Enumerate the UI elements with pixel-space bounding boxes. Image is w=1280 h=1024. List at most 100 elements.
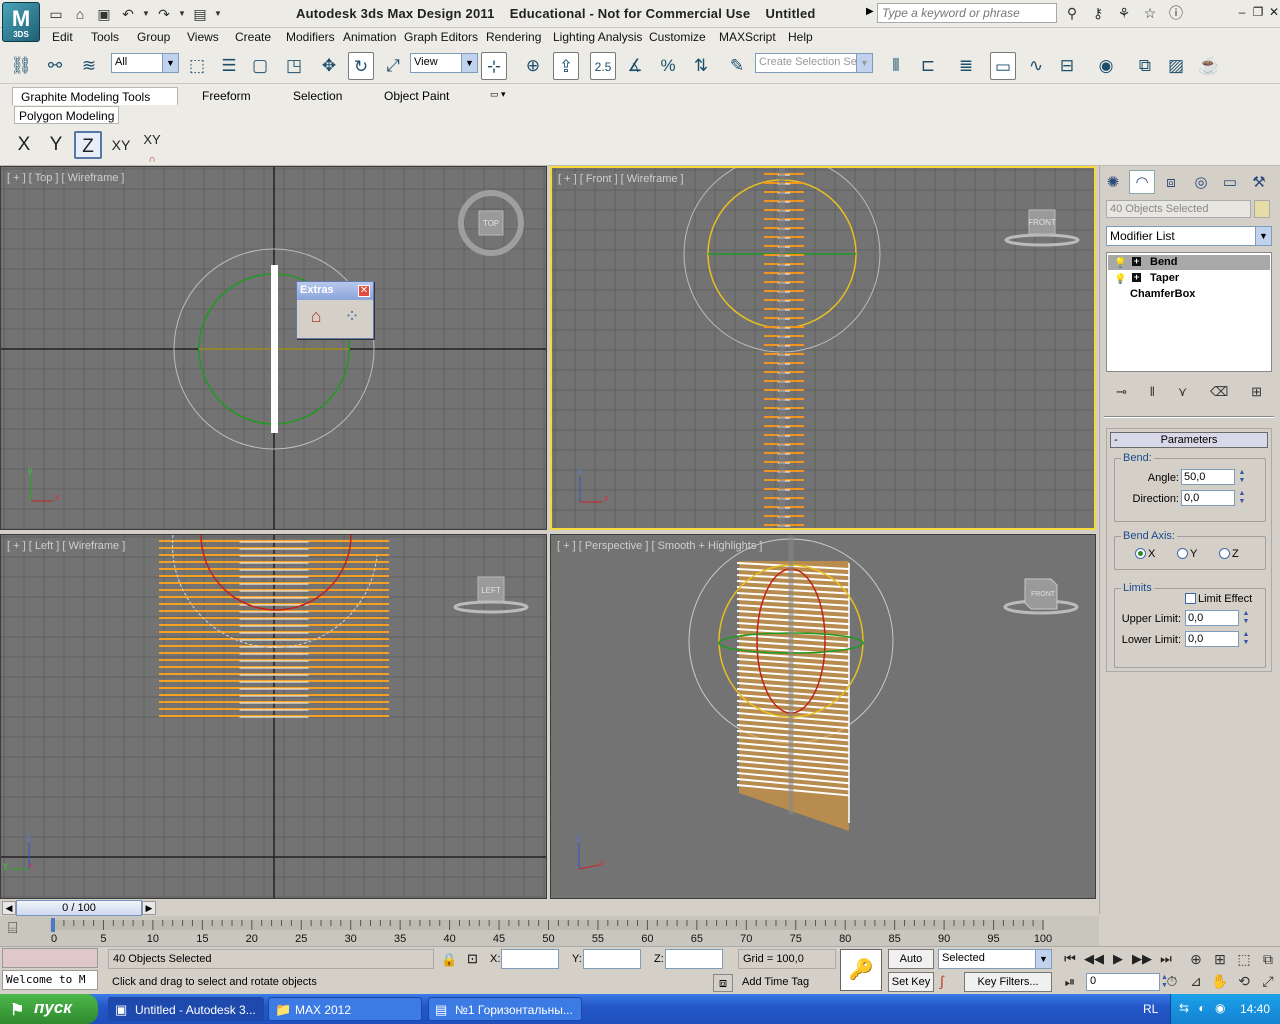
absolute-transform-icon[interactable]: ⊡ bbox=[467, 951, 478, 967]
select-object-icon[interactable]: ⬚ bbox=[184, 52, 210, 80]
create-tab-icon[interactable]: ✺ bbox=[1100, 170, 1126, 194]
goto-end-icon[interactable]: ⏭ bbox=[1156, 950, 1176, 968]
make-unique-icon[interactable]: ⋎ bbox=[1178, 384, 1188, 404]
schematic-view-icon[interactable]: ⊟ bbox=[1054, 52, 1080, 80]
align-icon[interactable]: ⊏ bbox=[915, 52, 941, 80]
extras-floating-toolbar[interactable]: Extras ✕ ⌂ ⁘ bbox=[296, 281, 374, 339]
material-editor-icon[interactable]: ◉ bbox=[1093, 52, 1119, 80]
auto-key-button[interactable]: Auto Key bbox=[888, 949, 934, 983]
trackbar[interactable]: ⌸ 0 5 10 15 20 25 30 35 40 45 50 55 60 65 70 75 80 85 90 95… bbox=[0, 916, 1099, 946]
expand-icon[interactable]: + bbox=[1132, 273, 1141, 282]
curve-editor-icon[interactable]: ∿ bbox=[1023, 52, 1049, 80]
restore-icon[interactable]: ❐ bbox=[1252, 4, 1264, 20]
viewcube-top[interactable]: TOP bbox=[458, 190, 524, 256]
menu-group[interactable]: Group bbox=[137, 30, 170, 44]
menu-lighting-analysis[interactable]: Lighting Analysis bbox=[553, 30, 642, 44]
select-and-manipulate-icon[interactable]: ⊕ bbox=[520, 52, 546, 80]
show-end-result-icon[interactable]: ‖ bbox=[1150, 384, 1155, 404]
menu-graph-editors[interactable]: Graph Editors bbox=[404, 30, 478, 44]
ribbon-panel-polygon-modeling[interactable]: Polygon Modeling bbox=[14, 106, 120, 124]
axis-z-button[interactable]: Z bbox=[74, 131, 102, 159]
angle-snap-icon[interactable]: ∡ bbox=[622, 52, 648, 80]
axis-xy-button[interactable]: XY bbox=[106, 131, 136, 159]
adaptive-degradation-icon[interactable]: ⧈ bbox=[713, 974, 733, 992]
selection-filter-select[interactable]: All ▼ bbox=[111, 53, 179, 73]
open-file-icon[interactable]: ⌂ bbox=[70, 5, 90, 23]
application-button[interactable]: M 3DS bbox=[2, 2, 40, 42]
viewport-left-label[interactable]: [ + ] [ Left ] [ Wireframe ] bbox=[7, 540, 125, 552]
zoom-all-icon[interactable]: ⊞ bbox=[1210, 949, 1230, 969]
tab-selection[interactable]: Selection bbox=[285, 87, 350, 105]
limit-effect-checkbox[interactable]: Limit Effect bbox=[1185, 593, 1252, 605]
mirror-icon[interactable]: ⫴ bbox=[883, 52, 909, 80]
render-setup-icon[interactable]: ⧉ bbox=[1132, 52, 1158, 80]
stack-item-chamferbox[interactable]: ChamferBox bbox=[1108, 287, 1270, 302]
extras-close-icon[interactable]: ✕ bbox=[358, 285, 370, 297]
redo-icon[interactable]: ↷ bbox=[154, 5, 174, 23]
time-slider-next-icon[interactable]: ▶ bbox=[142, 901, 156, 915]
x-coord-field[interactable] bbox=[501, 949, 559, 969]
undo-dropdown-icon[interactable]: ▼ bbox=[142, 5, 150, 23]
search-input[interactable]: Type a keyword or phrase bbox=[877, 3, 1057, 23]
modify-tab-icon[interactable]: ◠ bbox=[1129, 170, 1155, 194]
start-button[interactable]: ⚑ пуск bbox=[0, 994, 98, 1024]
new-file-icon[interactable]: ▭ bbox=[46, 5, 66, 23]
orbit-icon[interactable]: ⟲ bbox=[1234, 971, 1254, 991]
close-icon[interactable]: ✕ bbox=[1268, 4, 1280, 20]
subscription-icon[interactable]: ⚘ bbox=[1114, 4, 1134, 22]
task-3dsmax[interactable]: ▣ Untitled - Autodesk 3... bbox=[108, 997, 264, 1021]
set-key-big-icon[interactable]: 🔑 bbox=[840, 949, 882, 991]
graphite-toggle-icon[interactable]: ▭ bbox=[990, 52, 1016, 80]
menu-help[interactable]: Help bbox=[788, 30, 813, 44]
keyboard-shortcut-override-icon[interactable]: ⇪ bbox=[553, 52, 579, 80]
time-slider-prev-icon[interactable]: ◀ bbox=[2, 901, 16, 915]
quick-access-dropdown-icon[interactable]: ▼ bbox=[214, 5, 222, 23]
array-tool-icon[interactable]: ⌂ bbox=[303, 306, 329, 332]
default-tangent-icon[interactable]: ∫ bbox=[940, 973, 944, 989]
menu-modifiers[interactable]: Modifiers bbox=[286, 30, 335, 44]
motion-tab-icon[interactable]: ◎ bbox=[1188, 170, 1214, 194]
rendered-frame-window-icon[interactable]: ▨ bbox=[1163, 52, 1189, 80]
time-slider[interactable]: ◀ 0 / 100 ▶ bbox=[0, 900, 1099, 916]
percent-snap-icon[interactable]: % bbox=[655, 52, 681, 80]
pan-view-icon[interactable]: ✋ bbox=[1210, 971, 1230, 991]
viewport-perspective[interactable]: [ + ] [ Perspective ] [ Smooth + Highlig… bbox=[550, 534, 1096, 899]
viewport-left[interactable]: [ + ] [ Left ] [ Wireframe ] LEFT z x y bbox=[0, 534, 547, 899]
pivot-center-icon[interactable]: ⊹ bbox=[481, 52, 507, 80]
parameters-rollout-header[interactable]: - Parameters bbox=[1110, 432, 1268, 448]
modifier-list-select[interactable]: Modifier List ▼ bbox=[1106, 226, 1272, 246]
viewport-front-label[interactable]: [ + ] [ Front ] [ Wireframe ] bbox=[558, 173, 684, 185]
object-name-field[interactable]: 40 Objects Selected bbox=[1106, 200, 1251, 218]
current-frame-field[interactable]: 0 bbox=[1086, 973, 1160, 991]
expand-icon[interactable]: + bbox=[1132, 257, 1141, 266]
maxscript-listener-output[interactable] bbox=[2, 948, 98, 968]
bind-space-warp-icon[interactable]: ≋ bbox=[76, 52, 102, 80]
maximize-viewport-icon[interactable]: ⤢ bbox=[1258, 971, 1278, 991]
lower-limit-spinner-arrows[interactable]: ▲ ▼ bbox=[1241, 631, 1251, 647]
menu-views[interactable]: Views bbox=[187, 30, 219, 44]
select-by-name-icon[interactable]: ☰ bbox=[216, 52, 242, 80]
z-coord-field[interactable] bbox=[665, 949, 723, 969]
upper-limit-spinner-arrows[interactable]: ▲ ▼ bbox=[1241, 610, 1251, 626]
maxscript-listener-input[interactable]: Welcome to M bbox=[2, 970, 98, 990]
stack-item-bend[interactable]: 💡 + Bend bbox=[1108, 255, 1270, 270]
tab-freeform[interactable]: Freeform bbox=[194, 87, 259, 105]
zoom-extents-icon[interactable]: ⬚ bbox=[1234, 949, 1254, 969]
menu-maxscript[interactable]: MAXScript bbox=[719, 30, 776, 44]
selection-lock-icon[interactable]: 🔒 bbox=[441, 952, 457, 968]
tab-graphite-modeling-tools[interactable]: Graphite Modeling Tools bbox=[12, 87, 178, 105]
direction-spinner-arrows[interactable]: ▲ ▼ bbox=[1237, 490, 1247, 506]
spacing-tool-icon[interactable]: ⁘ bbox=[339, 306, 365, 332]
named-selection-set-select[interactable]: Create Selection Se ▼ bbox=[755, 53, 873, 73]
snaps-toggle-icon[interactable]: 2.5 bbox=[590, 52, 616, 80]
render-production-icon[interactable]: ☕ bbox=[1196, 52, 1222, 80]
pin-stack-icon[interactable]: ⊸ bbox=[1116, 384, 1127, 404]
select-and-move-icon[interactable]: ✥ bbox=[316, 52, 342, 80]
angle-spinner-arrows[interactable]: ▲ ▼ bbox=[1237, 469, 1247, 485]
binoculars-icon[interactable]: ⚲ bbox=[1062, 4, 1082, 22]
edit-named-selection-icon[interactable]: ✎ bbox=[724, 52, 750, 80]
field-of-view-icon[interactable]: ⊿ bbox=[1186, 971, 1206, 991]
modifier-stack[interactable]: 💡 + Bend 💡 + Taper ChamferBox bbox=[1106, 252, 1272, 372]
set-key-button[interactable]: Set Key bbox=[888, 972, 934, 992]
rectangular-selection-icon[interactable]: ▢ bbox=[247, 52, 273, 80]
